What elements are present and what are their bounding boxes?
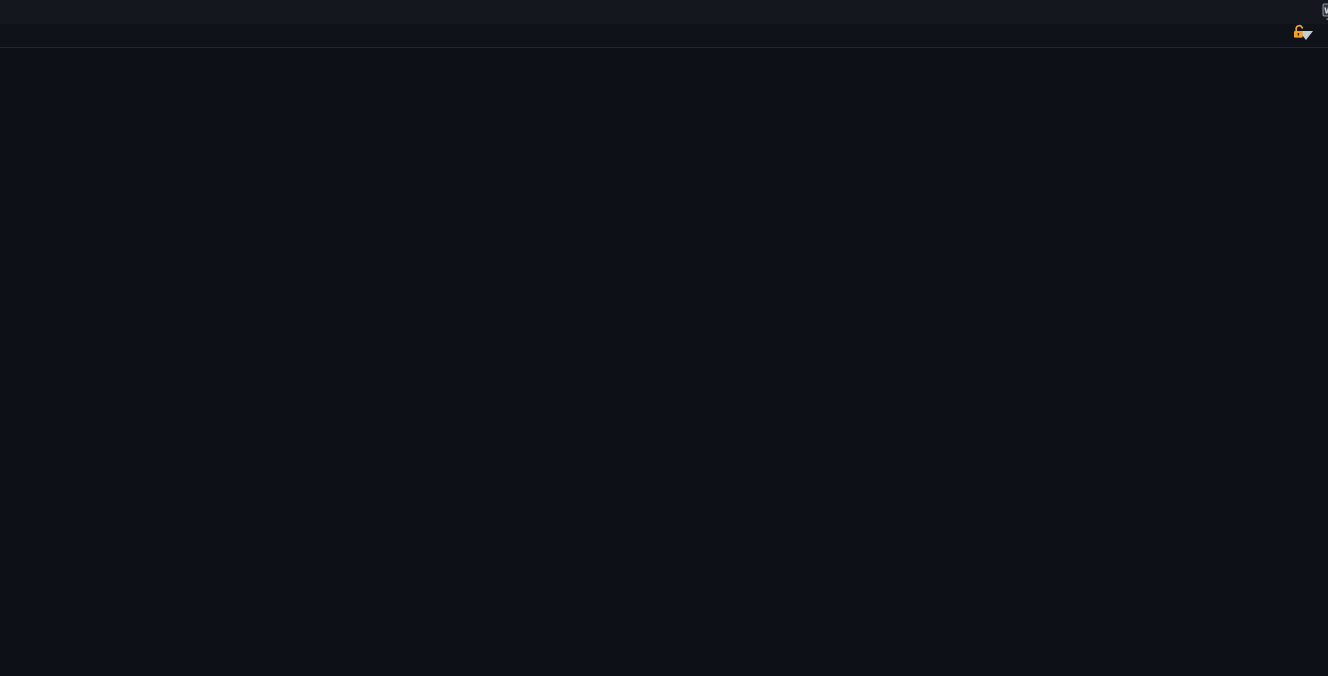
quote-header-bar: WP [0, 0, 1328, 24]
trading-app-window: WP [0, 0, 1328, 676]
candlestick-chart[interactable] [0, 0, 1328, 676]
svg-text:WP: WP [1324, 7, 1328, 16]
ma-legend-bar [0, 24, 1328, 48]
